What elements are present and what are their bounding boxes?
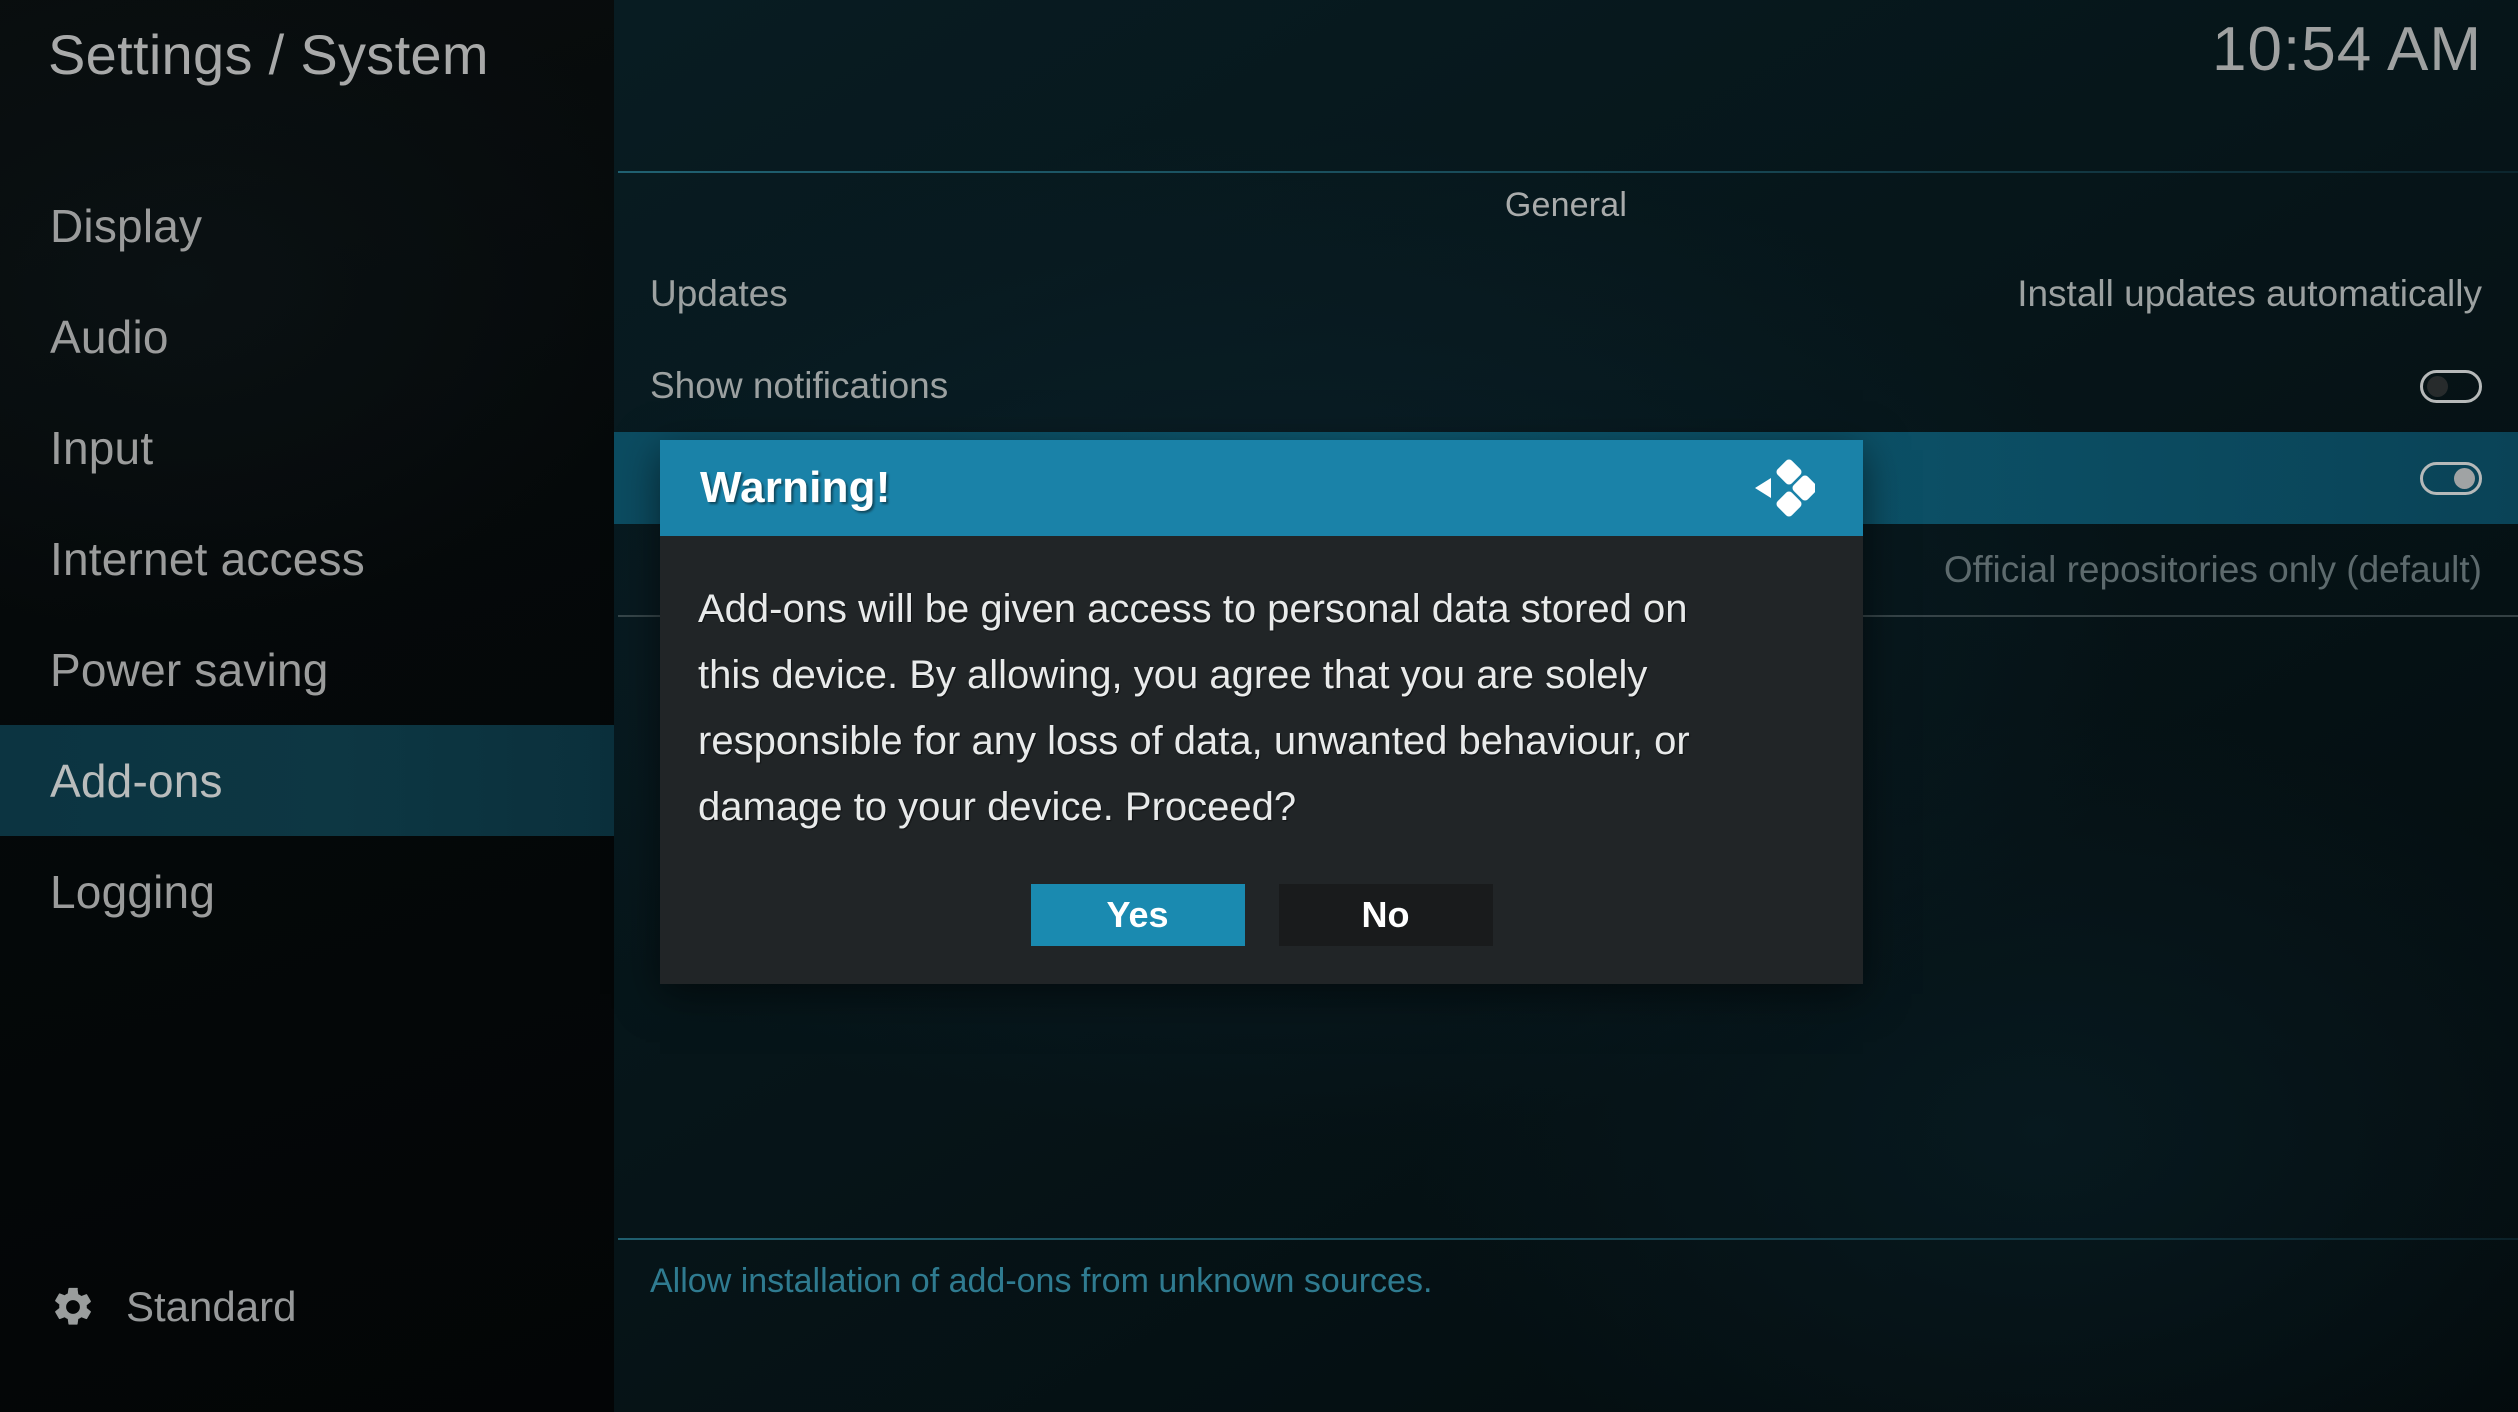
warning-dialog: Warning! Add-ons will be given access to… (660, 440, 1863, 984)
section-title: General (1504, 186, 1628, 224)
setting-row-show-notifications[interactable]: Show notifications (614, 340, 2518, 432)
sidebar-item-label: Add-ons (50, 754, 223, 807)
sidebar-item-label: Logging (50, 865, 216, 918)
dialog-header: Warning! (660, 440, 1863, 536)
toggle-knob (2427, 375, 2448, 397)
sidebar-item-display[interactable]: Display (0, 170, 614, 281)
divider-bottom (618, 1238, 2518, 1240)
setting-value: Official repositories only (default) (1943, 549, 2482, 590)
sidebar-item-internet-access[interactable]: Internet access (0, 503, 614, 614)
sidebar-item-power-saving[interactable]: Power saving (0, 614, 614, 725)
no-button[interactable]: No (1278, 884, 1493, 946)
sidebar-item-input[interactable]: Input (0, 392, 614, 503)
show-notifications-toggle[interactable] (2420, 369, 2482, 403)
sidebar-item-label: Audio (50, 310, 169, 363)
divider-top (618, 171, 2518, 173)
gear-icon (55, 1287, 91, 1325)
sidebar: Settings / System Display Audio Input In… (0, 0, 614, 1412)
dialog-body: Add-ons will be given access to personal… (660, 536, 1863, 840)
sidebar-item-label: Input (50, 421, 154, 474)
sidebar-item-audio[interactable]: Audio (0, 281, 614, 392)
sidebar-nav-list: Display Audio Input Internet access Powe… (0, 170, 614, 947)
unknown-sources-toggle[interactable] (2420, 461, 2482, 495)
yes-button[interactable]: Yes (1030, 884, 1245, 946)
dialog-message: Add-ons will be given access to personal… (698, 587, 1690, 829)
sidebar-item-logging[interactable]: Logging (0, 836, 614, 947)
sidebar-item-label: Display (50, 199, 203, 252)
setting-label: Updates (650, 273, 788, 314)
sidebar-item-label: Power saving (50, 643, 329, 696)
page-title: Settings / System (48, 23, 489, 86)
sidebar-item-add-ons[interactable]: Add-ons (0, 725, 614, 836)
clock: 10:54 AM (2212, 15, 2482, 84)
sidebar-item-label: Internet access (50, 532, 365, 585)
setting-row-updates[interactable]: Updates Install updates automatically (614, 248, 2518, 340)
dialog-title: Warning! (700, 463, 891, 512)
settings-level-selector[interactable]: Standard (0, 1268, 614, 1346)
dialog-button-row: Yes No (660, 840, 1863, 984)
setting-value: Install updates automatically (2017, 273, 2482, 314)
kodi-logo-icon (1755, 459, 1815, 517)
toggle-knob (2454, 467, 2475, 489)
setting-label: Show notifications (650, 365, 949, 406)
settings-level-label: Standard (126, 1283, 297, 1330)
help-text: Allow installation of add-ons from unkno… (650, 1262, 1433, 1300)
kodi-settings-screen: Settings / System Display Audio Input In… (0, 0, 2518, 1412)
